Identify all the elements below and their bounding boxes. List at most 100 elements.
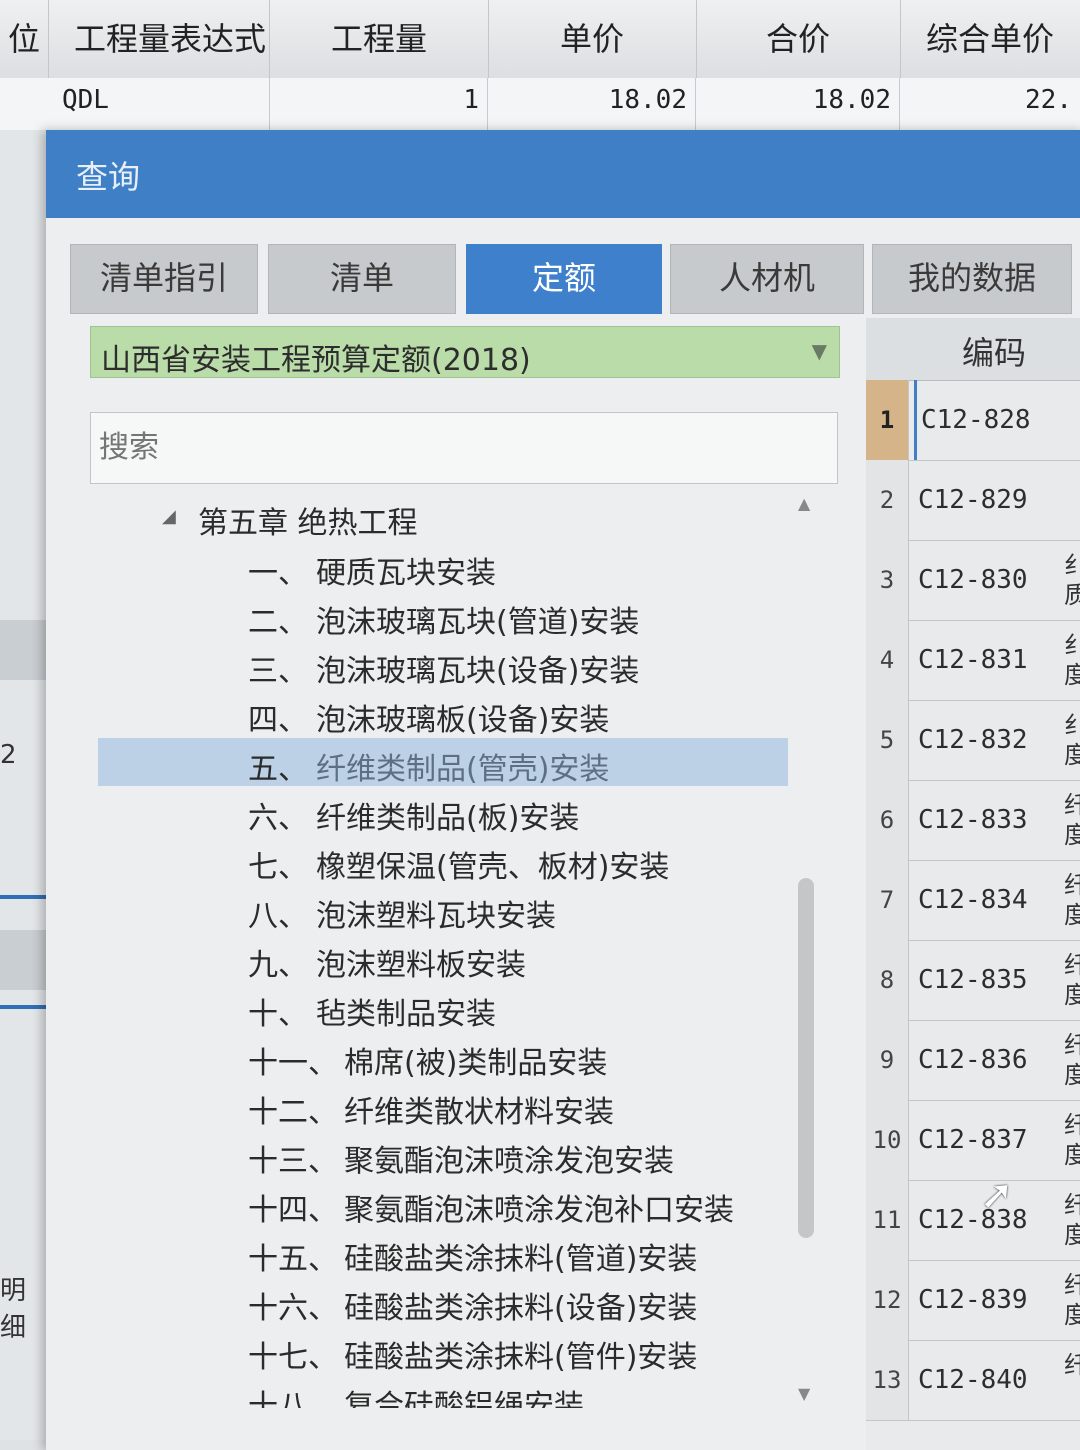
tab-labor-material-machine[interactable]: 人材机 <box>670 244 864 314</box>
quota-name-cell[interactable]: 纟 度 <box>1064 710 1080 770</box>
row-number: 1 <box>866 380 909 460</box>
grid-row[interactable]: 9C12-836 纤丝 度3 <box>866 1020 1080 1101</box>
cell-quantity-expression[interactable]: QDL <box>48 78 270 130</box>
tree-item-label: 棉席(被)类制品安装 <box>344 1046 608 1081</box>
tree-item[interactable]: 八、 泡沫塑料瓦块安装 <box>90 887 830 937</box>
grid-row[interactable]: 5 C12-832 纟 度 <box>866 700 1080 781</box>
scroll-up-icon[interactable]: ▲ <box>798 494 810 513</box>
tree-item-label: 橡塑保温(管壳、板材)安装 <box>316 850 670 885</box>
tree-item-number: 二、 <box>248 605 308 640</box>
quota-name-cell[interactable]: 纟 度 <box>1064 630 1080 690</box>
row-number: 11 <box>866 1180 909 1260</box>
scroll-down-icon[interactable]: ▼ <box>798 1384 810 1403</box>
grid-row[interactable]: 11C12-838纤维 度5 <box>866 1180 1080 1261</box>
quota-code-cell[interactable]: C12-830 <box>914 540 1028 620</box>
grid-row[interactable]: 1 C12-828 <box>866 380 1080 461</box>
quota-name-cell[interactable]: 纤丝 度3 <box>1064 1030 1080 1090</box>
quota-code-cell[interactable]: C12-834 <box>914 860 1028 940</box>
grid-row[interactable]: 7 C12-834 纤 度 <box>866 860 1080 941</box>
tree-item[interactable]: 六、 纤维类制品(板)安装 <box>90 789 830 839</box>
quota-code-cell[interactable]: C12-837 <box>914 1100 1028 1180</box>
grid-row[interactable]: 10C12-837 纤纟 度4 <box>866 1100 1080 1181</box>
tab-my-data[interactable]: 我的数据 <box>872 244 1072 314</box>
tree-item[interactable]: 九、 泡沫塑料板安装 <box>90 936 830 986</box>
tree-item-number: 十八、 <box>248 1389 338 1408</box>
cell-total-price[interactable]: 18.02 <box>696 78 900 130</box>
left-cell-text: 2 <box>0 740 17 770</box>
tree-item[interactable]: 五、 纤维类制品(管壳)安装 <box>90 738 830 790</box>
quota-code-cell[interactable]: C12-839 <box>914 1260 1028 1340</box>
quota-name-cell[interactable]: 纤 度 <box>1064 790 1080 850</box>
grid-row[interactable]: 4 C12-831 纟 度 <box>866 620 1080 701</box>
tree-item-label: 纤维类散状材料安装 <box>344 1095 614 1130</box>
tree-item-label: 毡类制品安装 <box>316 997 496 1032</box>
grid-row[interactable]: 3 C12-830 纟 质 <box>866 540 1080 621</box>
quota-name-cell[interactable]: 纤维 <box>1064 1350 1080 1380</box>
tab-list-guide[interactable]: 清单指引 <box>70 244 258 314</box>
tree-item-number: 十四、 <box>248 1193 338 1228</box>
quota-name-cell[interactable]: 纤维 度6 <box>1064 1270 1080 1330</box>
tree-item[interactable]: 十、 毡类制品安装 <box>90 985 830 1035</box>
quota-code-cell[interactable]: C12-832 <box>914 700 1028 780</box>
tree-item-number: 五、 <box>248 752 308 787</box>
grid-row[interactable]: 13C12-840 纤维 <box>866 1340 1080 1421</box>
left-cell-text: 明细 <box>0 1276 27 1343</box>
background-table-row[interactable]: QDL 1 18.02 18.02 22. <box>0 78 1080 131</box>
collapse-caret-icon[interactable]: ◢ <box>162 506 176 527</box>
tree-item[interactable]: 一、 硬质瓦块安装 <box>90 544 830 594</box>
quota-code-cell[interactable]: C12-829 <box>914 460 1028 540</box>
background-table-header: 位 工程量表达式 工程量 单价 合价 综合单价 <box>0 0 1080 79</box>
tree-item-number: 十七、 <box>248 1340 338 1375</box>
tree-chapter-node[interactable]: ◢ 第五章 绝热工程 <box>90 494 830 544</box>
tab-quota[interactable]: 定额 <box>466 244 662 314</box>
search-input[interactable] <box>90 412 838 484</box>
grid-row[interactable]: 6 C12-833 纤 度 <box>866 780 1080 861</box>
quota-name-cell[interactable]: 纤 度 <box>1064 870 1080 930</box>
tree-item[interactable]: 十五、 硅酸盐类涂抹料(管道)安装 <box>90 1230 830 1280</box>
tab-list[interactable]: 清单 <box>268 244 456 314</box>
row-stripe <box>0 620 48 680</box>
tree-item[interactable]: 十六、 硅酸盐类涂抹料(设备)安装 <box>90 1279 830 1329</box>
tree-item[interactable]: 三、 泡沫玻璃瓦块(设备)安装 <box>90 642 830 692</box>
tree-item[interactable]: 七、 橡塑保温(管壳、板材)安装 <box>90 838 830 888</box>
tree-item-number: 十五、 <box>248 1242 338 1277</box>
tree-item[interactable]: 十七、 硅酸盐类涂抹料(管件)安装 <box>90 1328 830 1378</box>
tree-item[interactable]: 十四、 聚氨酯泡沫喷涂发泡补口安装 <box>90 1181 830 1231</box>
quota-code-cell[interactable]: C12-836 <box>914 1020 1028 1100</box>
quota-name-cell[interactable]: 纤纟 度4 <box>1064 1110 1080 1170</box>
quota-library-select[interactable]: 山西省安装工程预算定额(2018) ▼ <box>90 326 840 378</box>
grid-row[interactable]: 12C12-839 纤维 度6 <box>866 1260 1080 1341</box>
tree-item[interactable]: 四、 泡沫玻璃板(设备)安装 <box>90 691 830 741</box>
grid-row[interactable]: 8 C12-835 纤 度 <box>866 940 1080 1021</box>
quota-name-cell[interactable]: 纟 质 <box>1064 550 1080 610</box>
scrollbar-thumb[interactable] <box>798 878 814 1238</box>
column-header-composite-price: 综合单价 <box>925 20 1054 58</box>
quota-name-cell[interactable]: 纤 度 <box>1064 950 1080 1010</box>
tree-item[interactable]: 十三、 聚氨酯泡沫喷涂发泡安装 <box>90 1132 830 1182</box>
quota-code-cell[interactable]: C12-831 <box>914 620 1028 700</box>
quota-name-cell[interactable]: 纤维 度5 <box>1064 1190 1080 1250</box>
quota-code-cell[interactable]: C12-840 <box>914 1340 1028 1420</box>
tree-item[interactable]: 十八、 复合硅酸铝绳安装 <box>90 1377 830 1408</box>
tree-item[interactable]: 二、 泡沫玻璃瓦块(管道)安装 <box>90 593 830 643</box>
cell-composite-price[interactable]: 22. <box>900 78 1080 130</box>
cell-quantity[interactable]: 1 <box>270 78 488 130</box>
cell-unit-price[interactable]: 18.02 <box>488 78 696 130</box>
tree-item-number: 六、 <box>248 801 308 836</box>
row-number: 9 <box>866 1020 909 1100</box>
column-header-unit: 位 <box>0 0 49 78</box>
quota-code-cell[interactable]: C12-833 <box>914 780 1028 860</box>
tree-item-number: 七、 <box>248 850 308 885</box>
tree-item-label: 纤维类制品(板)安装 <box>316 801 580 836</box>
grid-row[interactable]: 2 C12-829 <box>866 460 1080 541</box>
tree-scrollbar[interactable]: ▲ ▼ <box>790 494 820 1403</box>
quota-code-cell[interactable]: C12-835 <box>914 940 1028 1020</box>
dialog-title: 查询 <box>76 158 141 196</box>
quota-code-cell[interactable]: C12-828 <box>914 380 1031 460</box>
tree-item-label: 纤维类制品(管壳)安装 <box>316 752 610 787</box>
tree-item[interactable]: 十二、 纤维类散状材料安装 <box>90 1083 830 1133</box>
column-header-unit-price: 单价 <box>488 0 697 78</box>
dialog-titlebar[interactable]: 查询 <box>46 130 1080 218</box>
tree-item[interactable]: 十一、 棉席(被)类制品安装 <box>90 1034 830 1084</box>
tree-item-label: 硅酸盐类涂抹料(管道)安装 <box>344 1242 698 1277</box>
